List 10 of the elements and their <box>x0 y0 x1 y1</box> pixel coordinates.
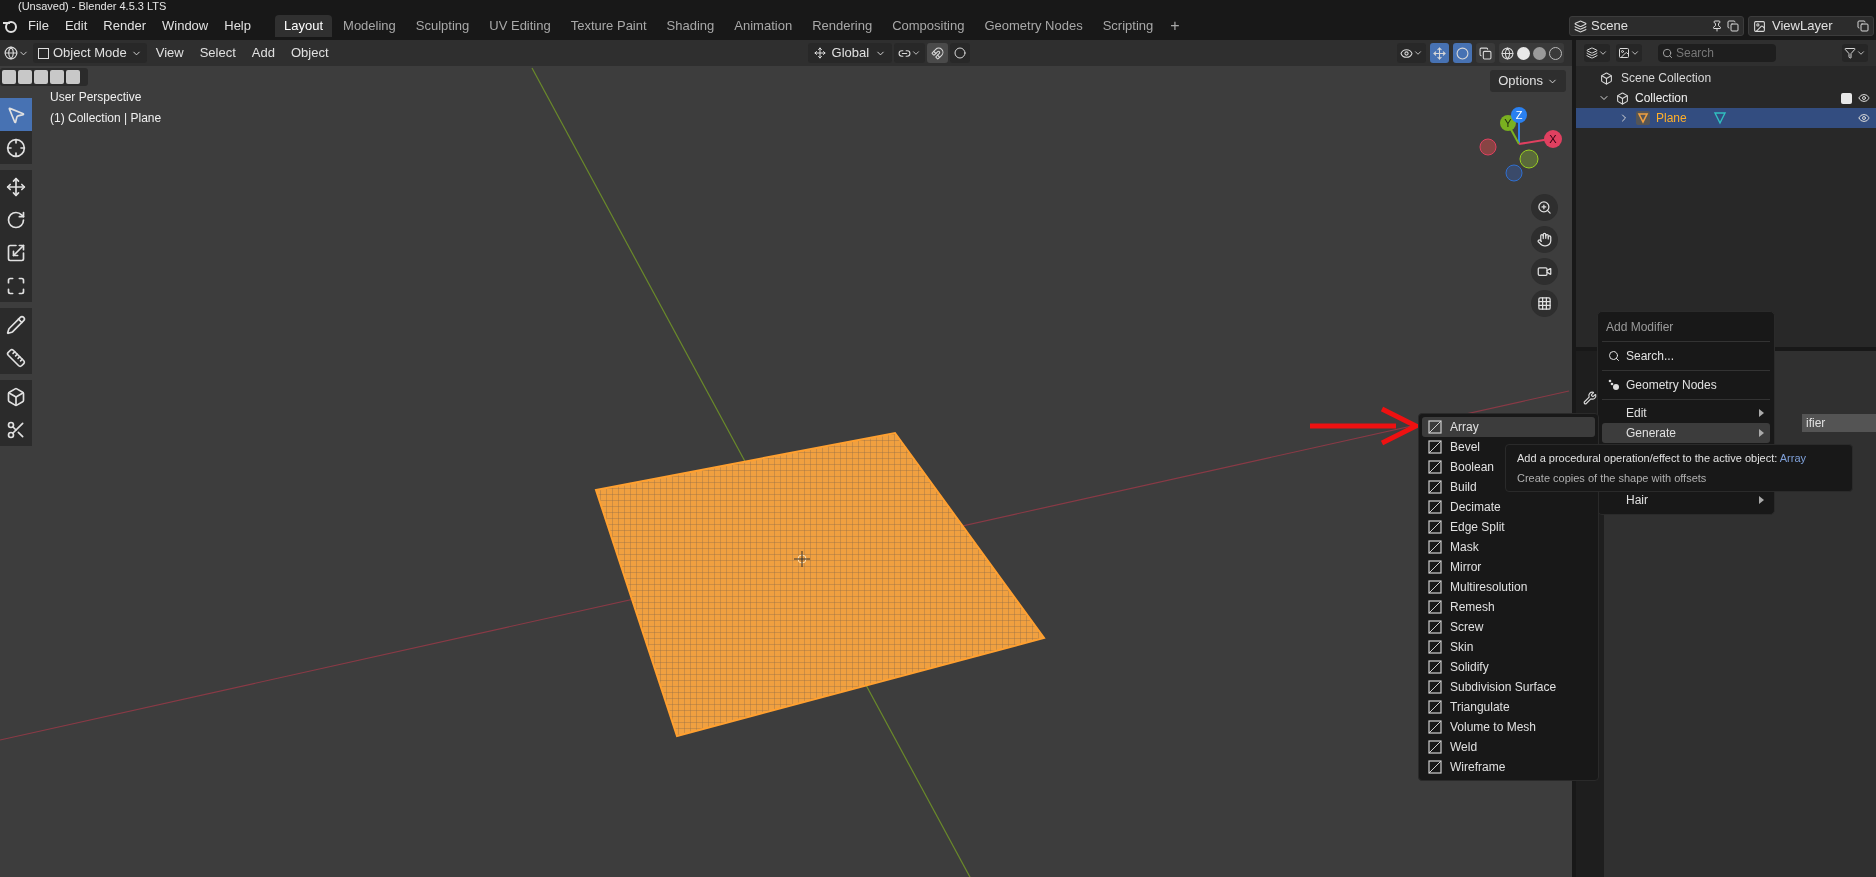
perspective-label: User Perspective <box>50 89 143 106</box>
scene-name: Scene <box>1591 17 1629 36</box>
menu-title: Add Modifier <box>1605 319 1675 336</box>
outliner-item-label: Collection <box>1635 90 1688 107</box>
tooltip-description: Create copies of the shape with offsets <box>1517 470 1708 486</box>
outliner-item-label: Plane <box>1656 110 1687 127</box>
context-label: (1) Collection | Plane <box>50 110 162 127</box>
window-title: (Unsaved) - Blender 4.5.3 LTS <box>18 0 167 12</box>
tooltip-text: Add a procedural operation/effect to the active object: Array <box>1517 451 1808 466</box>
view-layer-name: ViewLayer <box>1772 17 1834 36</box>
